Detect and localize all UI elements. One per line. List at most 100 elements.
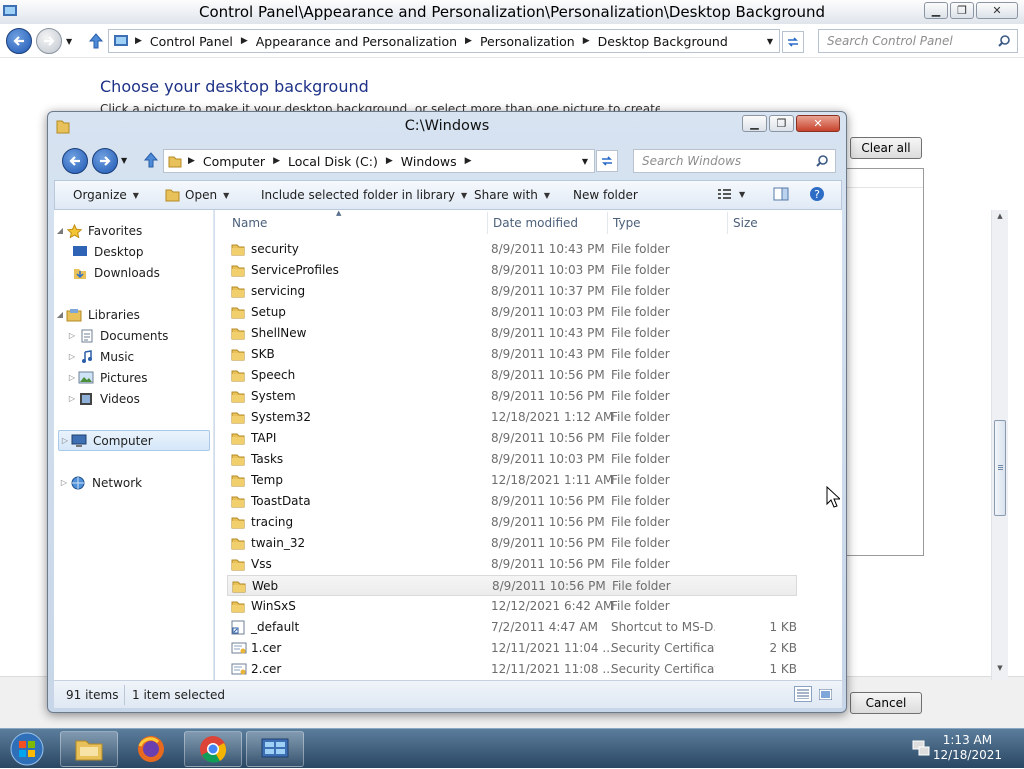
forward-button[interactable]: [36, 28, 62, 54]
change-view-button[interactable]: ▼: [717, 187, 745, 201]
nav-libraries[interactable]: ◢ Libraries: [54, 304, 140, 325]
file-row[interactable]: Web 8/9/2011 10:56 PM File folder: [227, 575, 797, 596]
file-row[interactable]: 1.cer 12/11/2021 11:04 ... Security Certif…: [227, 638, 797, 659]
search-input[interactable]: Search Control Panel: [818, 29, 1018, 53]
breadcrumb-item[interactable]: Local Disk (C:): [288, 154, 378, 169]
clear-all-button[interactable]: Clear all: [850, 137, 922, 159]
dialog-back-button[interactable]: [62, 148, 88, 174]
back-button[interactable]: [6, 28, 32, 54]
scroll-down-arrow-icon[interactable]: ▼: [994, 664, 1006, 676]
file-row[interactable]: tracing 8/9/2011 10:56 PM File folder: [227, 512, 797, 533]
dialog-minimize-button[interactable]: ▁: [742, 115, 767, 132]
nav-videos[interactable]: ▷ Videos: [66, 388, 140, 409]
file-row[interactable]: System32 12/18/2021 1:12 AM File folder: [227, 407, 797, 428]
file-row[interactable]: _default 7/2/2011 4:47 AM Shortcut to MS-D…: [227, 617, 797, 638]
column-size[interactable]: Size: [733, 216, 758, 230]
address-dropdown[interactable]: ▼: [582, 157, 588, 166]
folder-icon: [231, 494, 245, 508]
file-row[interactable]: WinSxS 12/12/2021 6:42 AM File folder: [227, 596, 797, 617]
open-menu[interactable]: Open ▼: [165, 188, 229, 202]
file-row[interactable]: System 8/9/2011 10:56 PM File folder: [227, 386, 797, 407]
taskbar-firefox[interactable]: [122, 731, 180, 767]
organize-menu[interactable]: Organize ▼: [73, 188, 139, 202]
refresh-button[interactable]: [782, 31, 804, 53]
help-button[interactable]: ?: [809, 186, 825, 202]
share-with-menu[interactable]: Share with ▼: [474, 188, 550, 202]
breadcrumb-item[interactable]: Desktop Background: [598, 34, 728, 49]
file-row[interactable]: servicing 8/9/2011 10:37 PM File folder: [227, 281, 797, 302]
maximize-button[interactable]: ❐: [950, 2, 974, 19]
search-placeholder: Search Windows: [642, 154, 742, 168]
expand-icon[interactable]: ◢: [54, 226, 66, 235]
file-row[interactable]: Speech 8/9/2011 10:56 PM File folder: [227, 365, 797, 386]
taskbar-file-explorer[interactable]: [60, 731, 118, 767]
dialog-refresh-button[interactable]: [596, 150, 618, 172]
recent-pages-dropdown[interactable]: ▼: [66, 37, 72, 46]
file-date: 12/11/2021 11:08 ...: [491, 662, 614, 676]
nav-network[interactable]: ▷ Network: [58, 472, 142, 493]
include-in-library-menu[interactable]: Include selected folder in library ▼: [261, 188, 467, 202]
breadcrumb-item[interactable]: Personalization: [480, 34, 575, 49]
scrollbar-thumb[interactable]: [994, 420, 1006, 516]
file-row[interactable]: 2.cer 12/11/2021 11:08 ... Security Certif…: [227, 659, 797, 680]
cancel-button[interactable]: Cancel: [850, 692, 922, 714]
file-row[interactable]: SKB 8/9/2011 10:43 PM File folder: [227, 344, 797, 365]
breadcrumb-item[interactable]: Computer: [203, 154, 265, 169]
file-row[interactable]: security 8/9/2011 10:43 PM File folder: [227, 239, 797, 260]
preview-pane-button[interactable]: [773, 186, 789, 202]
file-row[interactable]: ServiceProfiles 8/9/2011 10:03 PM File fol…: [227, 260, 797, 281]
network-status-icon[interactable]: [912, 740, 930, 756]
file-row[interactable]: ToastData 8/9/2011 10:56 PM File folder: [227, 491, 797, 512]
up-arrow-icon[interactable]: [88, 32, 104, 50]
file-row[interactable]: twain_32 8/9/2011 10:56 PM File folder: [227, 533, 797, 554]
up-arrow-icon[interactable]: [143, 151, 159, 169]
file-row[interactable]: Vss 8/9/2011 10:56 PM File folder: [227, 554, 797, 575]
minimize-button[interactable]: ▁: [924, 2, 948, 19]
breadcrumb-item[interactable]: Windows: [401, 154, 457, 169]
chevron-right-icon: ▶: [273, 156, 280, 166]
scroll-up-arrow-icon[interactable]: ▲: [994, 212, 1006, 224]
taskbar-chrome[interactable]: [184, 731, 242, 767]
dialog-recent-dropdown[interactable]: ▼: [121, 156, 127, 165]
expand-icon[interactable]: ▷: [59, 436, 71, 445]
nav-downloads[interactable]: Downloads: [72, 262, 160, 283]
dialog-forward-button[interactable]: [92, 148, 118, 174]
dialog-maximize-button[interactable]: ❐: [769, 115, 794, 132]
expand-icon[interactable]: ▷: [66, 331, 78, 340]
dialog-search-input[interactable]: Search Windows: [633, 149, 836, 173]
nav-pictures[interactable]: ▷ Pictures: [66, 367, 148, 388]
vertical-scrollbar[interactable]: ▲ ▼: [991, 210, 1008, 680]
dialog-close-button[interactable]: ✕: [796, 115, 840, 132]
nav-desktop[interactable]: Desktop: [72, 241, 144, 262]
new-folder-button[interactable]: New folder: [573, 188, 638, 202]
column-name[interactable]: Name: [232, 216, 267, 230]
expand-icon[interactable]: ▷: [66, 373, 78, 382]
column-date-modified[interactable]: Date modified: [493, 216, 578, 230]
taskbar-control-panel[interactable]: [246, 731, 304, 767]
nav-computer[interactable]: ▷ Computer: [58, 430, 210, 451]
folder-icon: [231, 347, 245, 361]
breadcrumb[interactable]: ▶ Control Panel ▶ Appearance and Persona…: [108, 29, 780, 53]
nav-documents[interactable]: ▷ Documents: [66, 325, 169, 346]
nav-music[interactable]: ▷ Music: [66, 346, 134, 367]
file-row[interactable]: TAPI 8/9/2011 10:56 PM File folder: [227, 428, 797, 449]
file-row[interactable]: Tasks 8/9/2011 10:03 PM File folder: [227, 449, 797, 470]
details-view-button[interactable]: [794, 686, 812, 702]
nav-favorites[interactable]: ◢ Favorites: [54, 220, 142, 241]
breadcrumb-item[interactable]: Appearance and Personalization: [256, 34, 457, 49]
large-icons-view-button[interactable]: [816, 686, 834, 702]
dialog-breadcrumb[interactable]: ▶ Computer ▶ Local Disk (C:) ▶ Windows ▶…: [163, 149, 595, 173]
close-button[interactable]: ✕: [976, 2, 1018, 19]
expand-icon[interactable]: ◢: [54, 310, 66, 319]
breadcrumb-item[interactable]: Control Panel: [150, 34, 233, 49]
expand-icon[interactable]: ▷: [66, 352, 78, 361]
column-type[interactable]: Type: [613, 216, 641, 230]
file-row[interactable]: Setup 8/9/2011 10:03 PM File folder: [227, 302, 797, 323]
address-dropdown[interactable]: ▼: [767, 37, 773, 46]
file-row[interactable]: ShellNew 8/9/2011 10:43 PM File folder: [227, 323, 797, 344]
expand-icon[interactable]: ▷: [58, 478, 70, 487]
start-button[interactable]: [4, 729, 50, 769]
taskbar-clock[interactable]: 1:13 AM 12/18/2021: [933, 733, 1002, 763]
expand-icon[interactable]: ▷: [66, 394, 78, 403]
file-row[interactable]: Temp 12/18/2021 1:11 AM File folder: [227, 470, 797, 491]
